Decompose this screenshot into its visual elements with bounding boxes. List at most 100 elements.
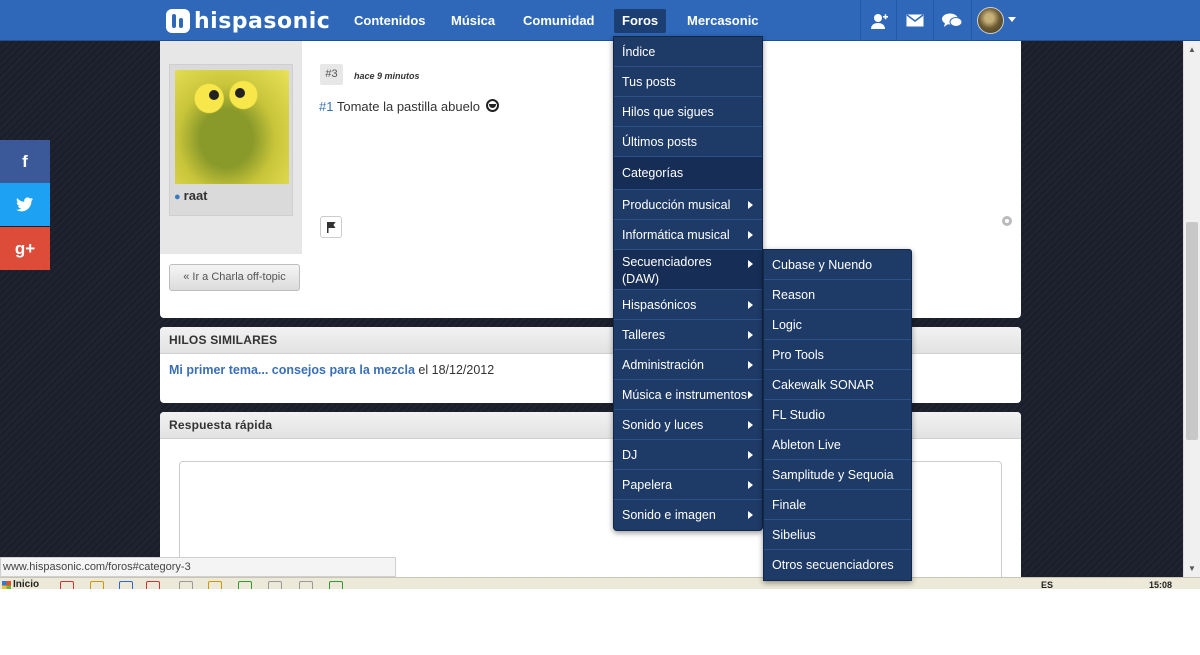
back-to-forum-button[interactable]: « Ir a Charla off-topic [169,264,300,291]
chevron-right-icon [748,360,753,369]
page-viewport: f g+ ● raat « Ir a Charla off-topic #3 ha… [0,0,1183,577]
chevron-right-icon [748,420,753,429]
chevron-right-icon [748,260,753,268]
tray-language[interactable]: ES [1041,580,1053,589]
nav-musica[interactable]: Música [443,9,503,33]
taskbar-app-icon[interactable] [329,581,343,589]
chat-icon [941,13,962,27]
taskbar-app-icon[interactable] [299,581,313,589]
post-number[interactable]: #3 [320,64,343,85]
menu-category-label: Talleres [622,328,666,342]
chat-button[interactable] [933,0,969,41]
user-icon: ● [174,191,181,203]
menu-item-ultimos-posts[interactable]: Últimos posts [614,127,762,157]
menu-category-label: Administración [622,358,704,372]
menu-category-sonido-imagen[interactable]: Sonido e imagen [614,500,762,530]
tray-clock[interactable]: 15:08 [1149,580,1172,589]
menu-item-tus-posts[interactable]: Tus posts [614,67,762,97]
menu-heading-categorias: Categorías [614,157,762,190]
menu-category-hispasonicos[interactable]: Hispasónicos [614,290,762,320]
menu-category-label: Secuenciadores (DAW) [622,255,712,286]
site-logo[interactable]: hispasonic [166,8,330,34]
chevron-right-icon [748,330,753,339]
os-taskbar: Inicio ES 15:08 [0,577,1200,589]
submenu-item-sibelius[interactable]: Sibelius [764,520,911,550]
menu-category-produccion-musical[interactable]: Producción musical [614,190,762,220]
menu-category-dj[interactable]: DJ [614,440,762,470]
vertical-scrollbar[interactable]: ▲ ▼ [1183,41,1200,577]
gplus-share-button[interactable]: g+ [0,227,50,270]
friends-button[interactable] [860,0,896,41]
nav-foros[interactable]: Foros [614,9,667,33]
similar-thread-row: Mi primer tema... consejos para la mezcl… [169,363,494,377]
nav-comunidad[interactable]: Comunidad [515,9,603,33]
scroll-thumb[interactable] [1186,222,1198,440]
chevron-right-icon [748,390,753,399]
facebook-share-button[interactable]: f [0,140,50,183]
facebook-icon: f [22,151,28,171]
submenu-item-otros[interactable]: Otros secuenciadores [764,550,911,580]
flag-icon [326,222,335,233]
taskbar-app-icon[interactable] [268,581,282,589]
chevron-down-icon [1008,17,1016,22]
chevron-right-icon [748,480,753,489]
nav-contenidos[interactable]: Contenidos [346,9,434,33]
similar-thread-date: el 18/12/2012 [418,363,495,377]
submenu-item-fl-studio[interactable]: FL Studio [764,400,911,430]
post-user-box: ● raat [160,30,302,254]
menu-category-informatica-musical[interactable]: Informática musical [614,220,762,250]
scroll-down-icon[interactable]: ▼ [1184,560,1200,577]
post-options-icon[interactable] [1002,216,1012,226]
report-flag-button[interactable] [320,216,342,238]
nav-mercasonic[interactable]: Mercasonic [679,9,767,33]
submenu-item-ableton[interactable]: Ableton Live [764,430,911,460]
taskbar-app-icon[interactable] [208,581,222,589]
submenu-item-cakewalk[interactable]: Cakewalk SONAR [764,370,911,400]
user-menu-button[interactable] [971,0,1021,41]
post-message: Tomate la pastilla abuelo [336,99,480,114]
menu-category-sonido-luces[interactable]: Sonido y luces [614,410,762,440]
chevron-right-icon [748,230,753,239]
mail-icon [906,14,923,27]
logo-text: hispasonic [194,8,331,34]
taskbar-app-icon[interactable] [179,581,193,589]
menu-category-papelera[interactable]: Papelera [614,470,762,500]
menu-item-hilos-que-sigues[interactable]: Hilos que sigues [614,97,762,127]
submenu-item-reason[interactable]: Reason [764,280,911,310]
top-navbar: hispasonic Contenidos Música Comunidad F… [0,0,1200,41]
start-button[interactable]: Inicio [0,578,44,589]
menu-category-musica-instrumentos[interactable]: Música e instrumentos [614,380,762,410]
twitter-icon [16,197,33,212]
chevron-right-icon [748,300,753,309]
scroll-up-icon[interactable]: ▲ [1184,41,1200,58]
avatar [977,7,1004,34]
username-label: raat [183,188,208,203]
logo-mark-icon [166,9,190,33]
similar-thread-link[interactable]: Mi primer tema... consejos para la mezcl… [169,363,415,377]
submenu-item-logic[interactable]: Logic [764,310,911,340]
menu-category-label: Sonido y luces [622,418,704,432]
taskbar-app-icon[interactable] [119,581,133,589]
menu-category-talleres[interactable]: Talleres [614,320,762,350]
chevron-right-icon [748,200,753,209]
menu-category-label: Papelera [622,478,673,492]
submenu-item-finale[interactable]: Finale [764,490,911,520]
taskbar-app-icon[interactable] [238,581,252,589]
submenu-item-samplitude[interactable]: Samplitude y Sequoia [764,460,911,490]
menu-category-secuenciadores[interactable]: Secuenciadores (DAW) [614,250,762,290]
chevron-right-icon [748,511,753,519]
submenu-item-pro-tools[interactable]: Pro Tools [764,340,911,370]
submenu-item-cubase[interactable]: Cubase y Nuendo [764,250,911,280]
username[interactable]: ● raat [174,188,208,203]
user-add-icon [870,13,888,29]
taskbar-app-icon[interactable] [60,581,74,589]
messages-button[interactable] [896,0,932,41]
menu-category-administracion[interactable]: Administración [614,350,762,380]
twitter-share-button[interactable] [0,183,50,226]
menu-item-indice[interactable]: Índice [614,37,762,67]
daw-submenu: Cubase y Nuendo Reason Logic Pro Tools C… [763,249,912,581]
taskbar-app-icon[interactable] [90,581,104,589]
post-reference-link[interactable]: #1 [319,99,333,114]
menu-category-label: Sonido e imagen [622,508,716,522]
taskbar-app-icon[interactable] [146,581,160,589]
